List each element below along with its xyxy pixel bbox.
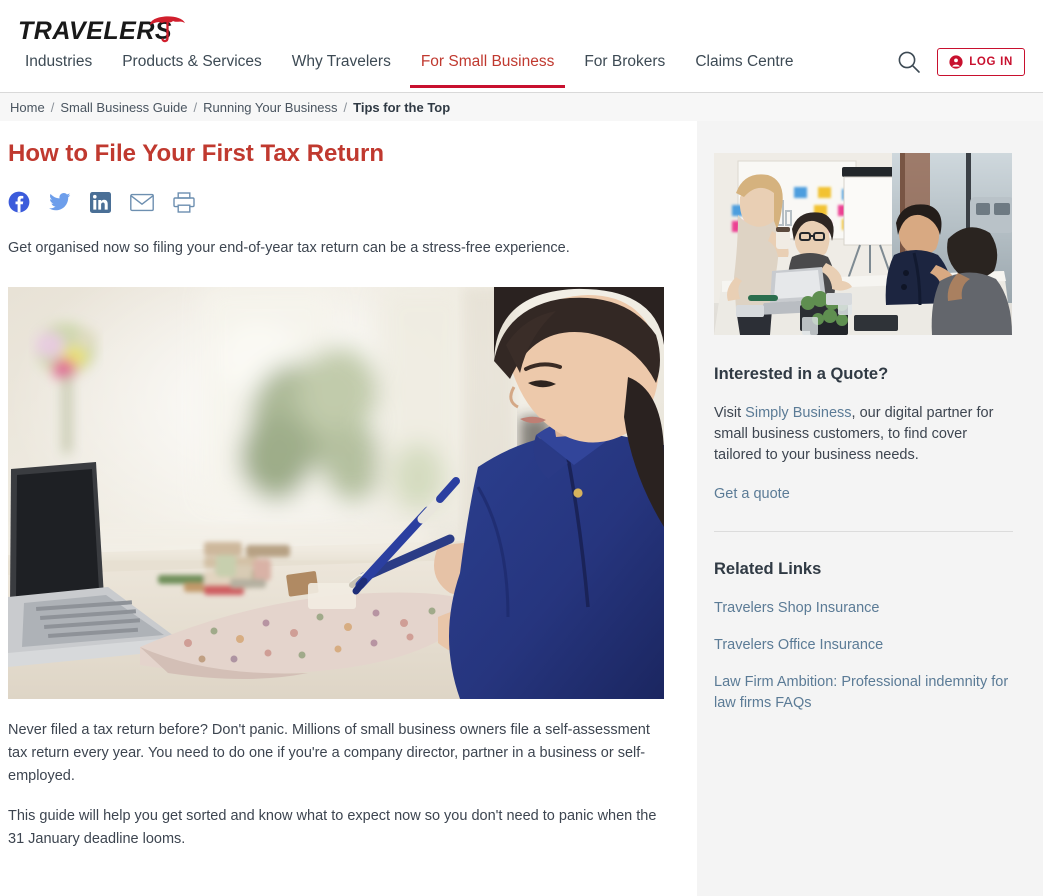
breadcrumb-separator: / <box>50 99 55 115</box>
nav-item-why-travelers[interactable]: Why Travelers <box>277 50 406 88</box>
article-paragraph-1: Never filed a tax return before? Don't p… <box>8 722 650 784</box>
nav-item-claims-centre[interactable]: Claims Centre <box>680 50 808 88</box>
breadcrumb-item-current: Tips for the Top <box>353 99 451 115</box>
breadcrumb-item-home[interactable]: Home <box>10 100 45 115</box>
travelers-logo[interactable]: TRAVELERS <box>18 10 188 44</box>
twitter-icon[interactable] <box>49 192 71 212</box>
article-intro: Get organised now so filing your end-of-… <box>8 240 570 256</box>
facebook-icon[interactable] <box>8 191 30 213</box>
simply-business-link[interactable]: Simply Business <box>745 405 851 421</box>
breadcrumb-separator: / <box>343 99 348 115</box>
page-body: How to File Your First Tax Return Get or… <box>0 121 1043 896</box>
site-header: TRAVELERS Industries Products & Services… <box>0 0 1043 93</box>
article-paragraph-2: This guide will help you get sorted and … <box>8 808 657 847</box>
share-bar <box>8 191 668 213</box>
main-navigation: Industries Products & Services Why Trave… <box>10 50 809 93</box>
sidebar-divider <box>714 531 1013 532</box>
search-icon <box>898 51 920 73</box>
user-circle-icon <box>949 55 963 69</box>
quote-text-before: Visit <box>714 405 746 421</box>
related-links-heading: Related Links <box>714 560 822 578</box>
page-title: How to File Your First Tax Return <box>8 140 385 167</box>
nav-item-for-small-business[interactable]: For Small Business <box>406 50 570 88</box>
article-hero-image <box>8 287 664 699</box>
linkedin-icon[interactable] <box>90 191 111 213</box>
email-icon[interactable] <box>130 193 154 212</box>
related-link-law-firm-ambition[interactable]: Law Firm Ambition: Professional indemnit… <box>714 672 1013 714</box>
sidebar-illustration <box>714 153 1012 335</box>
article-column: How to File Your First Tax Return Get or… <box>8 139 668 868</box>
get-a-quote-link[interactable]: Get a quote <box>714 484 1013 505</box>
breadcrumb-item-small-business-guide[interactable]: Small Business Guide <box>60 100 187 115</box>
login-button[interactable]: LOG IN <box>937 48 1025 76</box>
hero-illustration <box>8 287 664 699</box>
breadcrumb: Home / Small Business Guide / Running Yo… <box>0 93 1043 121</box>
login-label: LOG IN <box>969 56 1013 68</box>
nav-item-for-brokers[interactable]: For Brokers <box>569 50 680 88</box>
breadcrumb-separator: / <box>193 99 198 115</box>
search-button[interactable] <box>895 48 923 76</box>
quote-heading: Interested in a Quote? <box>714 365 889 383</box>
print-icon[interactable] <box>173 191 195 213</box>
nav-item-industries[interactable]: Industries <box>10 50 107 88</box>
breadcrumb-item-running-your-business[interactable]: Running Your Business <box>203 100 337 115</box>
header-actions: LOG IN <box>895 48 1025 76</box>
sidebar: Interested in a Quote? Visit Simply Busi… <box>697 121 1043 896</box>
related-link-office-insurance[interactable]: Travelers Office Insurance <box>714 635 1013 656</box>
sidebar-image <box>714 153 1012 335</box>
quote-text: Visit Simply Business, our digital partn… <box>714 403 1013 466</box>
related-links-list: Travelers Shop Insurance Travelers Offic… <box>714 598 1013 714</box>
related-link-shop-insurance[interactable]: Travelers Shop Insurance <box>714 598 1013 619</box>
umbrella-icon <box>150 16 185 43</box>
nav-item-products-services[interactable]: Products & Services <box>107 50 277 88</box>
